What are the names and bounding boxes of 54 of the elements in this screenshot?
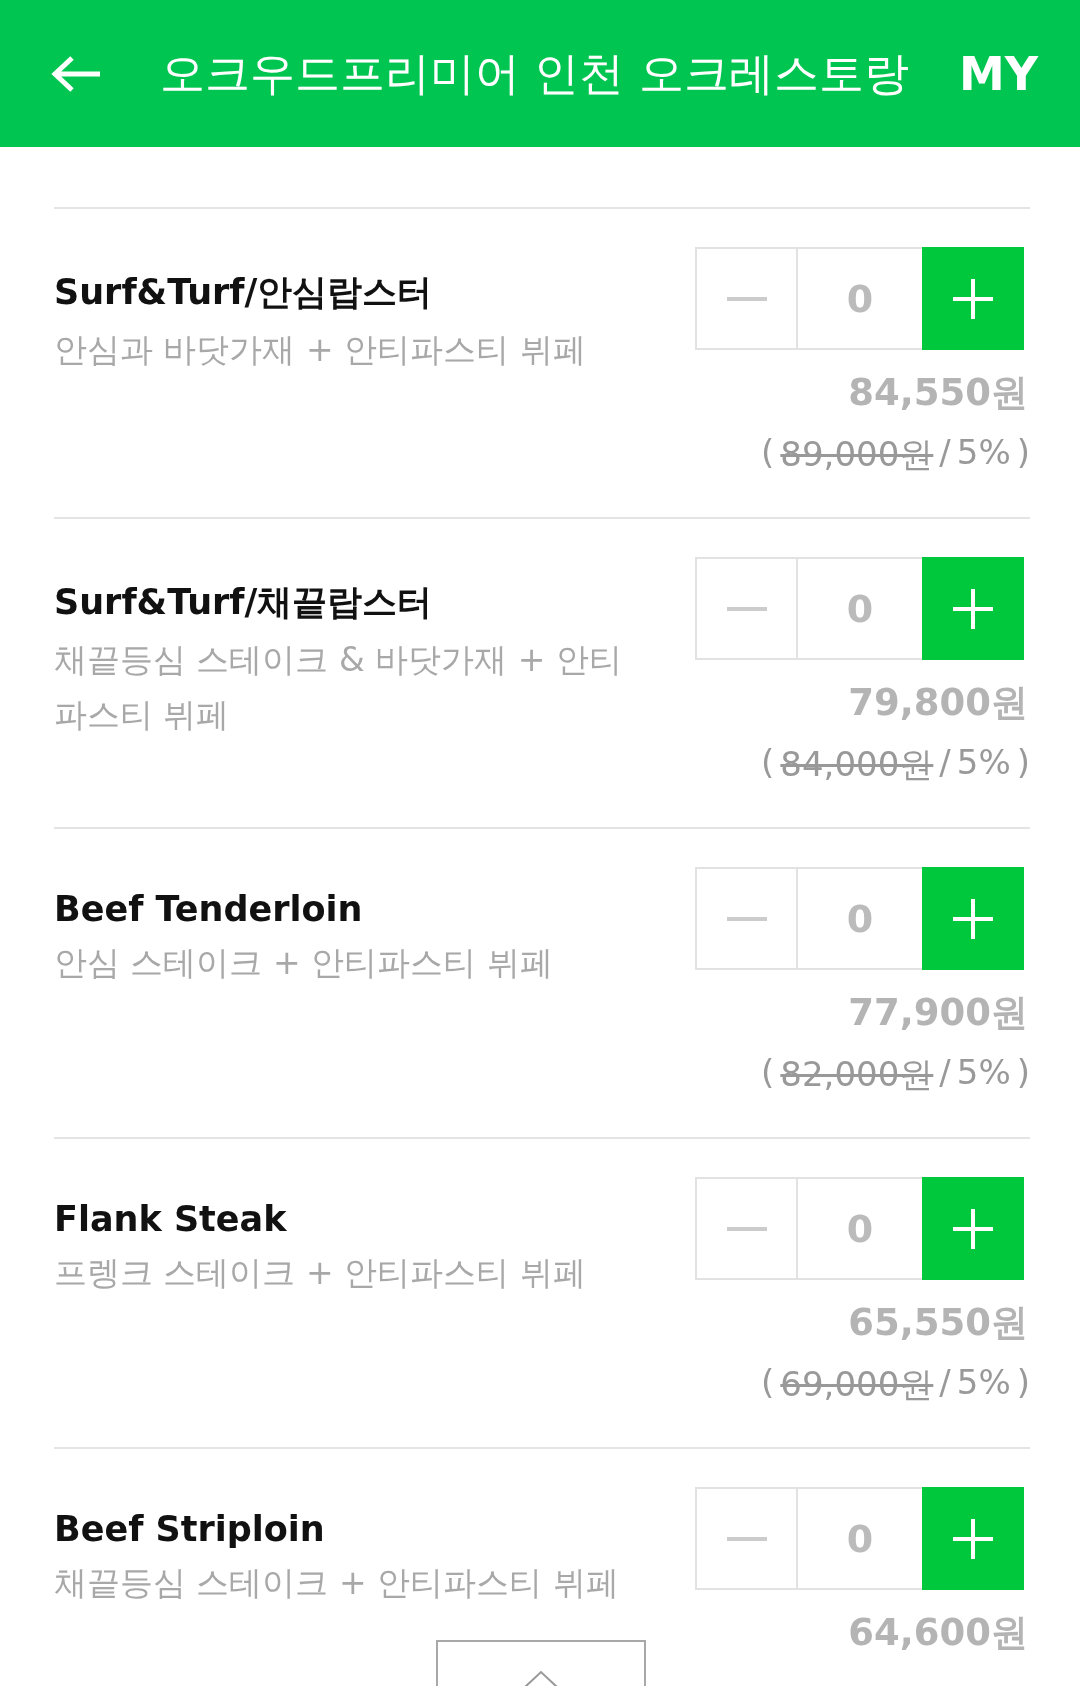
original-price: 82,000원 [780, 1053, 934, 1096]
increase-button[interactable] [922, 1487, 1024, 1590]
minus-icon [726, 296, 767, 301]
increase-button[interactable] [922, 557, 1024, 660]
plus-icon [953, 278, 993, 319]
item-price: 84,550원 [848, 370, 1028, 416]
original-price: 84,000원 [780, 743, 934, 786]
minus-icon [726, 916, 767, 921]
slash: / [939, 432, 951, 474]
item-description: 안심과 바닷가재 + 안티파스티 뷔페 [54, 329, 587, 371]
item-price: 77,900원 [848, 990, 1028, 1036]
item-title: Beef Striploin [54, 1509, 326, 1549]
item-title: Flank Steak [54, 1199, 288, 1239]
discount-rate: 5% [956, 742, 1011, 784]
item-title: Beef Tenderloin [54, 889, 364, 929]
minus-icon [726, 1536, 767, 1541]
open-paren: ( [761, 1362, 775, 1404]
plus-icon [953, 898, 993, 939]
item-title: Surf&Turf/채끝랍스터 [54, 581, 434, 624]
plus-icon [953, 588, 993, 629]
item-description: 채끝등심 스테이크 & 바닷가재 + 안티파스티 뷔페 [54, 639, 623, 736]
slash: / [939, 1362, 951, 1404]
minus-icon [726, 1226, 767, 1231]
open-paren: ( [761, 742, 775, 784]
plus-icon [953, 1208, 993, 1249]
item-description: 채끝등심 스테이크 + 안티파스티 뷔페 [54, 1562, 620, 1604]
my-link[interactable]: MY [958, 46, 1038, 101]
original-price: 69,000원 [780, 1363, 934, 1406]
original-price: 89,000원 [780, 433, 934, 476]
close-paren: ) [1016, 1052, 1030, 1094]
header-title: 오크우드프리미어 인천 오크레스토랑 [160, 45, 910, 102]
open-paren: ( [761, 1052, 775, 1094]
close-paren: ) [1016, 742, 1030, 784]
item-price: 65,550원 [848, 1300, 1028, 1346]
item-description: 프렝크 스테이크 + 안티파스티 뷔페 [54, 1252, 587, 1294]
item-price: 79,800원 [848, 680, 1028, 726]
increase-button[interactable] [922, 247, 1024, 350]
minus-icon [726, 606, 767, 611]
increase-button[interactable] [922, 1177, 1024, 1280]
open-paren: ( [761, 432, 775, 474]
item-price: 64,600원 [848, 1610, 1028, 1656]
close-paren: ) [1016, 432, 1030, 474]
plus-icon [953, 1518, 993, 1559]
scroll-top-tab[interactable] [436, 1640, 646, 1686]
discount-rate: 5% [956, 1052, 1011, 1094]
close-paren: ) [1016, 1362, 1030, 1404]
item-description: 안심 스테이크 + 안티파스티 뷔페 [54, 942, 554, 984]
slash: / [939, 1052, 951, 1094]
slash: / [939, 742, 951, 784]
discount-rate: 5% [956, 1362, 1011, 1404]
item-title: Surf&Turf/안심랍스터 [54, 271, 434, 314]
discount-rate: 5% [956, 432, 1011, 474]
chevron-up-icon [524, 1670, 558, 1686]
increase-button[interactable] [922, 867, 1024, 970]
